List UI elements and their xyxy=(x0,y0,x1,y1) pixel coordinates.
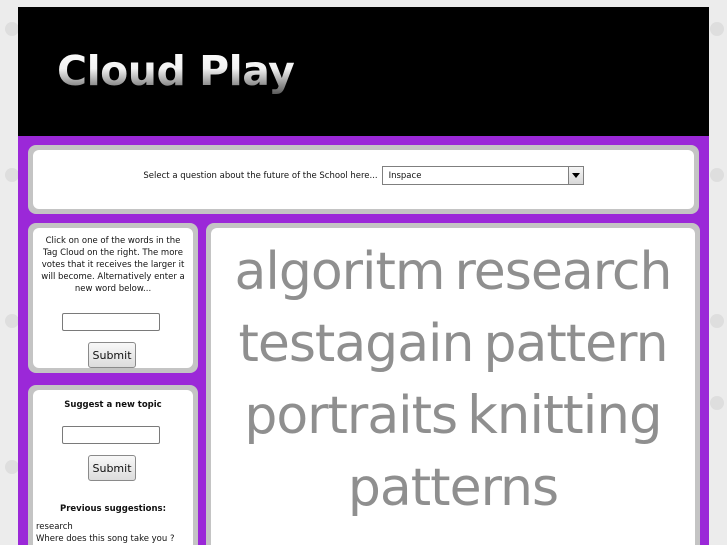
suggest-panel: Suggest a new topic Submit Previous sugg… xyxy=(28,385,198,545)
tag-knitting[interactable]: knitting xyxy=(467,380,663,452)
new-word-input[interactable] xyxy=(62,313,160,331)
question-panel: Select a question about the future of th… xyxy=(28,145,699,214)
suggest-title: Suggest a new topic xyxy=(64,400,162,410)
logo: Cloud Play xyxy=(57,47,295,95)
list-item: Where does this song take you ? xyxy=(36,534,175,544)
tag-patterns[interactable]: patterns xyxy=(348,452,559,524)
suggest-submit-button[interactable]: Submit xyxy=(88,455,136,481)
vote-panel: Click on one of the words in the Tag Clo… xyxy=(28,223,198,373)
tag-pattern[interactable]: pattern xyxy=(483,308,668,380)
question-label: Select a question about the future of th… xyxy=(143,170,378,181)
header-banner: Cloud Play xyxy=(18,7,709,136)
question-select[interactable]: Inspace xyxy=(381,166,584,185)
question-select-value: Inspace xyxy=(388,170,422,181)
previous-suggestions-list: research Where does this song take you ? xyxy=(36,521,174,545)
vote-instructions: Click on one of the words in the Tag Clo… xyxy=(41,236,185,294)
tag-algoritm[interactable]: algoritm xyxy=(235,236,446,308)
tag-cloud: algoritm research testagain pattern port… xyxy=(211,236,695,524)
suggest-topic-input[interactable] xyxy=(62,426,160,444)
triangle-down-icon xyxy=(571,173,580,178)
list-item: research xyxy=(36,522,73,532)
vote-submit-button[interactable]: Submit xyxy=(88,342,136,368)
tag-testagain[interactable]: testagain xyxy=(238,308,474,380)
tag-cloud-panel: algoritm research testagain pattern port… xyxy=(206,223,700,545)
previous-suggestions-title: Previous suggestions: xyxy=(60,504,166,514)
tag-portraits[interactable]: portraits xyxy=(244,380,458,452)
page-container: Cloud Play Select a question about the f… xyxy=(18,7,709,545)
dropdown-button[interactable] xyxy=(567,167,583,184)
tag-research[interactable]: research xyxy=(455,236,673,308)
